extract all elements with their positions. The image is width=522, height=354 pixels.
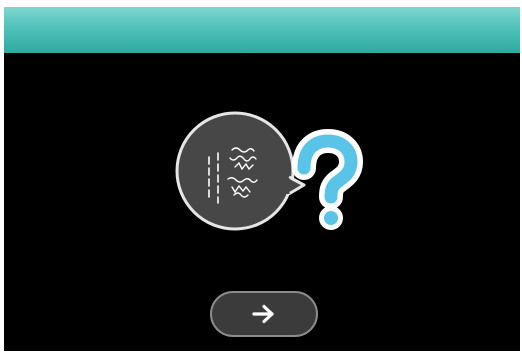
- next-button[interactable]: [210, 291, 318, 337]
- screen: [4, 7, 520, 351]
- speech-bubble-icon: [175, 111, 306, 231]
- question-mark-icon: [292, 129, 363, 230]
- arrow-right-icon: [252, 304, 274, 324]
